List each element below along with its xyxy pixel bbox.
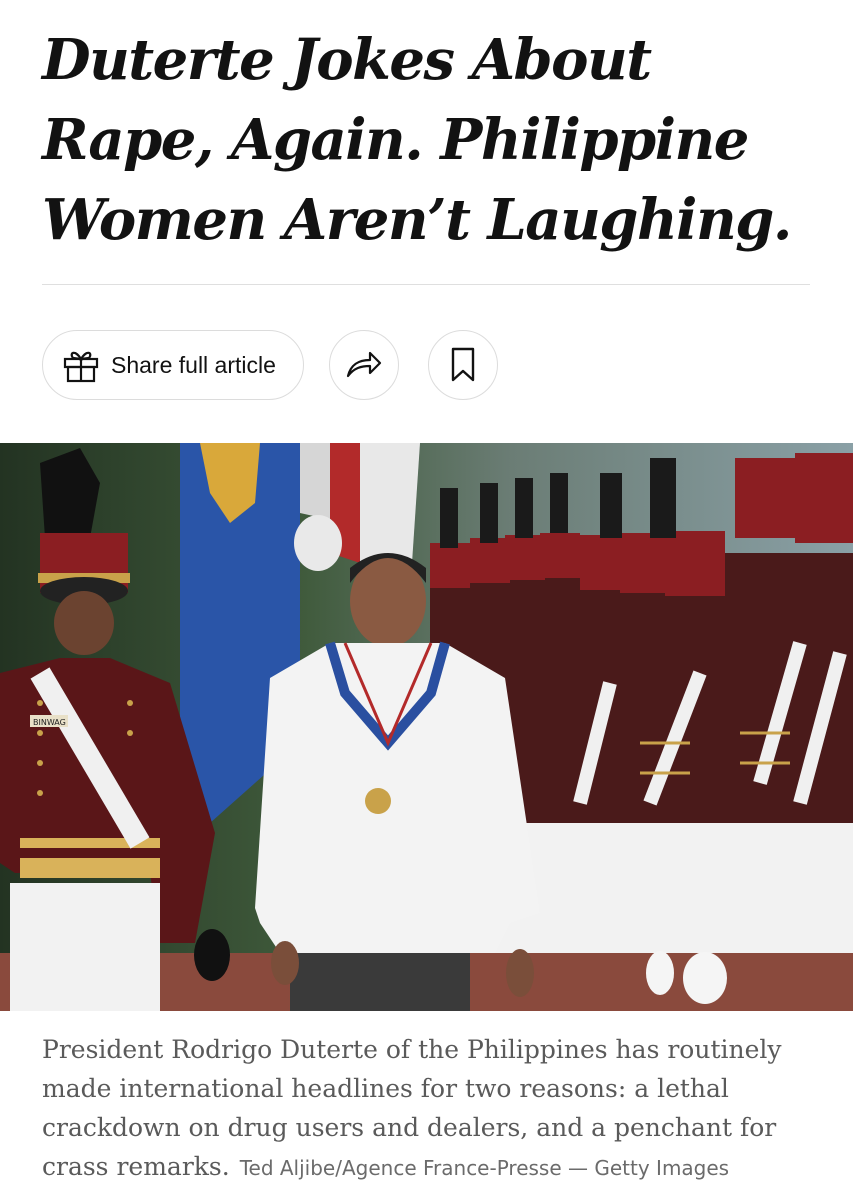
share-arrow-icon [346,351,382,378]
share-button-label: Share full article [111,351,276,378]
photo-credit: Ted Aljibe/Agence France-Presse — Getty … [239,1156,730,1180]
name-badge: BINWAG [33,718,66,727]
article-page: Duterte Jokes About Rape, Again. Philipp… [0,0,853,1200]
photo-caption: President Rodrigo Duterte of the Philipp… [42,1030,832,1188]
gift-icon [63,351,99,383]
share-full-article-button[interactable]: Share full article [42,330,304,400]
divider [42,284,810,285]
article-photo: BINWAG [0,443,853,1011]
bookmark-icon [451,347,475,382]
bookmark-button[interactable] [428,330,498,400]
article-headline: Duterte Jokes About Rape, Again. Philipp… [42,27,792,253]
share-arrow-button[interactable] [329,330,399,400]
